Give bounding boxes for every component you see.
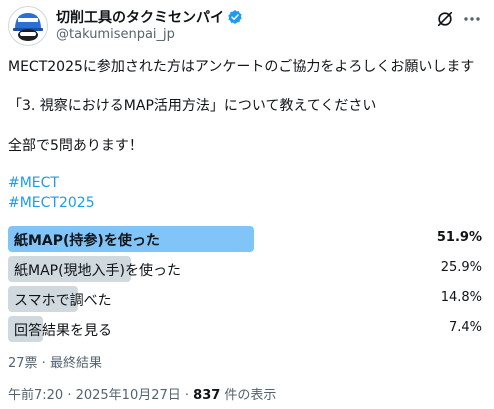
poll-option-percent: 14.8% bbox=[440, 290, 482, 305]
hashtag-mect2025[interactable]: #MECT2025 bbox=[8, 195, 95, 211]
more-options-icon[interactable] bbox=[462, 9, 482, 29]
avatar-helmet-icon bbox=[13, 13, 43, 41]
name-row: 切削工具のタクミセンパイ bbox=[56, 8, 243, 26]
post-text-line-3: 全部で5問あります！ bbox=[8, 138, 143, 154]
handle[interactable]: @takumisenpai_jp bbox=[56, 27, 175, 42]
view-count: 837 bbox=[193, 388, 221, 403]
poll-option-percent: 7.4% bbox=[448, 320, 482, 335]
post-text-line-1: MECT2025に参加された方はアンケートのご協力をよろしくお願いします bbox=[8, 59, 475, 75]
poll-option-label: 紙MAP(持参)を使った bbox=[14, 233, 160, 249]
poll-option[interactable]: スマホで調べた 14.8% bbox=[8, 286, 486, 312]
poll-option[interactable]: 回答結果を見る 7.4% bbox=[8, 316, 486, 342]
poll-summary: 27票 · 最終結果 bbox=[8, 356, 102, 371]
verified-badge-icon bbox=[228, 10, 242, 24]
hashtag-mect[interactable]: #MECT bbox=[8, 175, 59, 191]
poll-option-label: 紙MAP(現地入手)を使った bbox=[14, 263, 182, 279]
display-name[interactable]: 切削工具のタクミセンパイ bbox=[56, 7, 224, 27]
grok-icon[interactable] bbox=[436, 10, 454, 28]
poll-option-label: スマホで調べた bbox=[14, 293, 112, 309]
poll-option-percent: 51.9% bbox=[436, 230, 482, 245]
view-count-suffix: 件の表示 bbox=[220, 388, 277, 403]
post-text-line-2: 「3. 視察におけるMAP活用方法」について教えてください bbox=[8, 98, 377, 114]
post-header: 切削工具のタクミセンパイ @takumisenpai_jp bbox=[8, 6, 486, 46]
post-timestamp-row: 午前7:20 · 2025年10月27日 · 837 件の表示 bbox=[8, 384, 276, 403]
poll-option[interactable]: 紙MAP(現地入手)を使った 25.9% bbox=[8, 256, 486, 282]
poll-option[interactable]: 紙MAP(持参)を使った 51.9% bbox=[8, 226, 486, 252]
post-timestamp[interactable]: 午前7:20 · 2025年10月27日 · bbox=[8, 388, 193, 403]
poll-option-percent: 25.9% bbox=[440, 260, 482, 275]
poll-option-label: 回答結果を見る bbox=[14, 323, 112, 339]
avatar[interactable] bbox=[8, 6, 48, 46]
